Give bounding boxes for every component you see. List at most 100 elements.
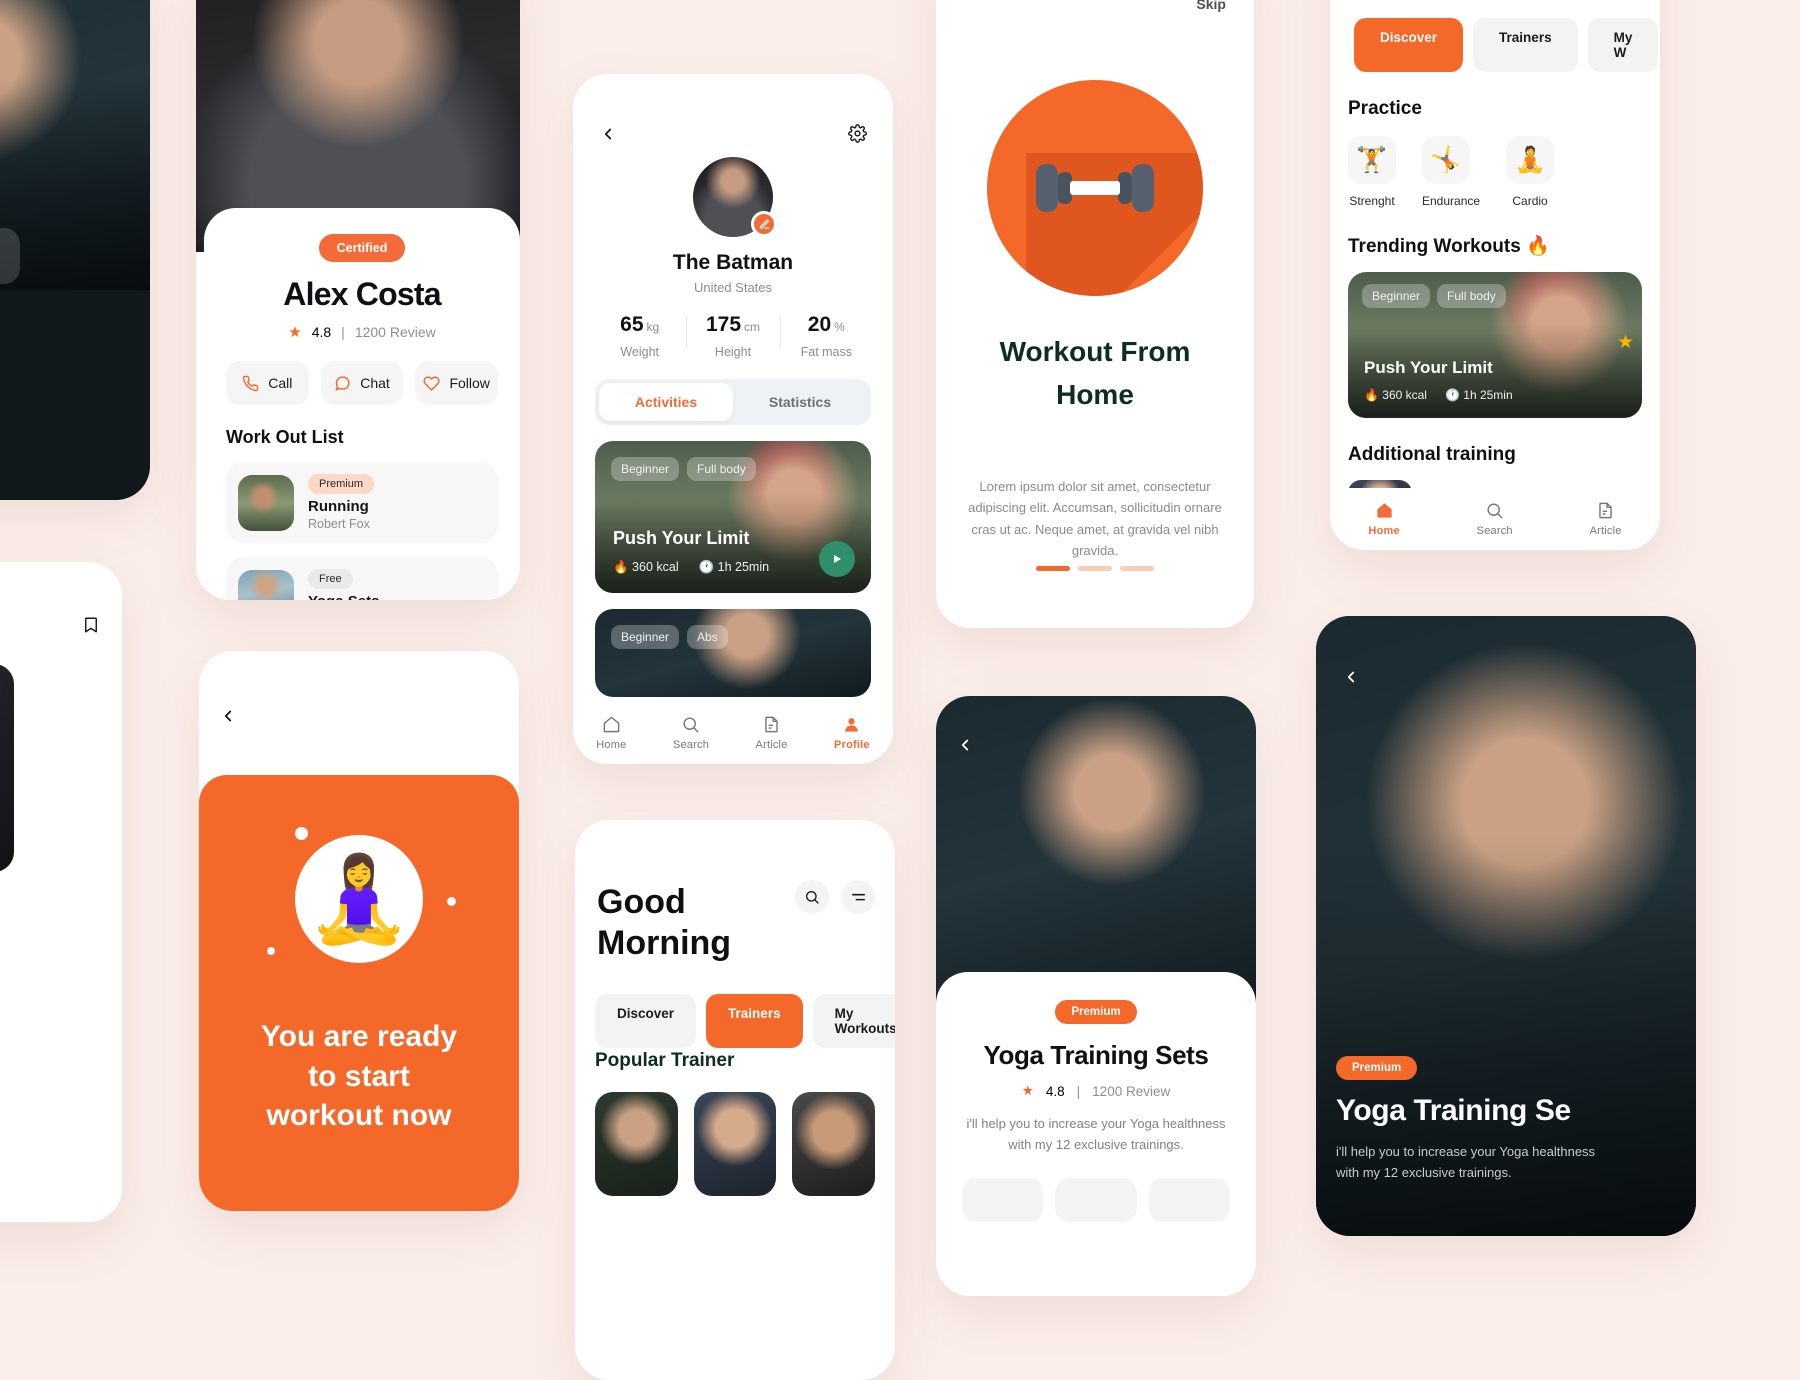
screen-article-detail: ing Sets dio healthness Comment on e a h… bbox=[0, 0, 150, 500]
category-label: Endurance bbox=[1422, 194, 1481, 208]
dot-1[interactable] bbox=[1036, 566, 1070, 571]
phone-icon bbox=[242, 375, 259, 392]
tab-discover[interactable]: Discover bbox=[595, 994, 697, 1048]
screen-onboarding: Skip Workout From Home Lorem ipsum dolor… bbox=[936, 0, 1254, 628]
pencil-icon bbox=[759, 219, 770, 230]
trainer-avatar[interactable] bbox=[693, 1092, 777, 1196]
trainer-avatar[interactable] bbox=[792, 1092, 876, 1196]
nav-home[interactable]: Home bbox=[1368, 501, 1400, 537]
category-label: Cardio bbox=[1512, 194, 1548, 208]
yoga-sheet: Premium Yoga Training Sets ★ 4.8 | 1200 … bbox=[936, 972, 1256, 1296]
yoga-desc-line-1: i'll help you to increase your Yoga heal… bbox=[966, 1116, 1226, 1131]
gear-icon[interactable] bbox=[848, 124, 867, 143]
category-strength[interactable]: 🏋️ Strenght bbox=[1348, 136, 1396, 208]
filter-button[interactable] bbox=[841, 880, 875, 914]
activity-card[interactable]: Beginner Abs bbox=[595, 609, 871, 697]
nav-search[interactable]: Search bbox=[673, 715, 709, 751]
favorite-star-icon[interactable]: ★ bbox=[1617, 331, 1634, 354]
comment-input[interactable]: Comment bbox=[0, 228, 20, 284]
tab-discover[interactable]: Discover bbox=[1354, 18, 1464, 72]
workout-list-item[interactable]: Free Yoga Sets Robert Fox bbox=[226, 557, 498, 600]
yoga-desc-line-2: with my 12 exclusive trainings. bbox=[1008, 1137, 1184, 1153]
chip-target: Full body bbox=[1437, 284, 1506, 308]
yoga-action-1[interactable] bbox=[962, 1177, 1044, 1222]
yoga-action-2[interactable] bbox=[1055, 1177, 1137, 1222]
time-value: 1h 25min bbox=[717, 560, 770, 574]
kcal-meta: 🔥 360 kcal bbox=[613, 560, 679, 574]
time-meta: 🕐 1h 25min bbox=[698, 560, 770, 574]
tab-trainers[interactable]: Trainers bbox=[706, 994, 803, 1048]
stat-fatmass: 20% Fat mass bbox=[779, 313, 873, 359]
review-count: 1200 Review bbox=[354, 324, 436, 340]
activity-card-image bbox=[595, 609, 871, 697]
workout-list-heading: Work Out List bbox=[226, 427, 344, 447]
onboarding-dots bbox=[936, 566, 1254, 571]
follow-button[interactable]: Follow bbox=[415, 361, 499, 405]
tab-activities[interactable]: Activities bbox=[599, 383, 733, 421]
trending-card[interactable]: Beginner Full body Push Your Limit 🔥 360… bbox=[1348, 272, 1642, 418]
chip-target: Abs bbox=[687, 625, 728, 649]
chevron-left-icon[interactable] bbox=[599, 124, 617, 143]
yoga-dark-title: Yoga Training Se bbox=[1336, 1094, 1571, 1127]
trending-title: Push Your Limit bbox=[1364, 358, 1493, 377]
cta-line-2: to start bbox=[308, 1059, 410, 1093]
workout-thumbnail bbox=[238, 569, 294, 600]
article-section-heading: on bbox=[0, 306, 60, 328]
follow-label: Follow bbox=[449, 375, 490, 391]
nav-search-label: Search bbox=[672, 739, 710, 751]
chevron-left-icon[interactable] bbox=[956, 736, 974, 754]
nav-article[interactable]: Article bbox=[1590, 501, 1622, 537]
workout-list-item[interactable]: Premium Running Robert Fox bbox=[226, 462, 498, 543]
dot-3[interactable] bbox=[1120, 566, 1154, 571]
screenshot-canvas: ing Sets dio healthness Comment on e a h… bbox=[0, 0, 1800, 1380]
tab-trainers[interactable]: Trainers bbox=[1473, 18, 1578, 72]
nav-profile[interactable]: Profile bbox=[834, 715, 870, 751]
tab-statistics[interactable]: Statistics bbox=[733, 383, 867, 421]
endurance-emoji-icon: 🤸 bbox=[1422, 136, 1470, 184]
activity-card[interactable]: Beginner Full body Push Your Limit 🔥 360… bbox=[595, 441, 871, 593]
profile-stats: 65 kg Weight 175 cm Height 20% Fat mass bbox=[573, 313, 893, 359]
profile-country: United States bbox=[693, 280, 773, 295]
stat-unit: % bbox=[834, 320, 845, 334]
cta-line-1: You are ready bbox=[260, 1020, 458, 1053]
category-endurance[interactable]: 🤸 Endurance bbox=[1422, 136, 1480, 208]
chevron-left-icon[interactable] bbox=[219, 707, 237, 725]
yoga-action-3[interactable] bbox=[1148, 1177, 1230, 1222]
bookmark-icon[interactable] bbox=[82, 614, 100, 636]
nav-home[interactable]: Home bbox=[596, 715, 626, 751]
trending-meta: 🔥 360 kcal 🕐 1h 25min bbox=[1364, 388, 1513, 402]
trainer-name: Alex Costa bbox=[283, 276, 441, 312]
search-icon bbox=[1487, 503, 1503, 519]
dot-2[interactable] bbox=[1078, 566, 1112, 571]
call-button[interactable]: Call bbox=[226, 361, 309, 405]
play-button[interactable] bbox=[819, 541, 855, 577]
nav-article[interactable]: Article bbox=[756, 715, 788, 751]
stat-weight: 65 kg Weight bbox=[593, 313, 686, 359]
tab-my-workouts[interactable]: My W bbox=[1587, 18, 1659, 72]
stat-unit: cm bbox=[744, 320, 761, 334]
chat-button[interactable]: Chat bbox=[320, 361, 404, 405]
profile-topbar bbox=[573, 74, 893, 143]
trainer-avatar[interactable] bbox=[595, 1092, 678, 1196]
search-button[interactable] bbox=[795, 880, 829, 914]
bottom-navigation: Home Search Article bbox=[1330, 488, 1660, 550]
chip-level: Beginner bbox=[611, 625, 680, 649]
chip-level: Beginner bbox=[611, 457, 680, 481]
yoga-title: Yoga Training Sets bbox=[983, 1040, 1209, 1070]
article-section2-body: e a high metabolism uts work great for l… bbox=[0, 438, 60, 480]
skip-button[interactable]: Skip bbox=[1196, 0, 1226, 12]
article-section-1: on e a high metabolism uts work great fo… bbox=[0, 306, 60, 380]
time-value: 1h 25min bbox=[1463, 388, 1513, 402]
strength-emoji-icon: 🏋️ bbox=[1348, 136, 1396, 184]
profile-name: The Batman bbox=[672, 251, 794, 274]
category-label: Strenght bbox=[1349, 194, 1395, 208]
chevron-left-icon[interactable] bbox=[1342, 668, 1360, 686]
trainer-sheet: Certified Alex Costa ★ 4.8 | 1200 Review… bbox=[204, 208, 520, 600]
chip-target: Full body bbox=[687, 457, 756, 481]
nav-search[interactable]: Search bbox=[1477, 501, 1513, 537]
category-cardio[interactable]: 🧘 Cardio bbox=[1506, 136, 1555, 208]
tab-my-workouts[interactable]: My Workouts bbox=[812, 994, 895, 1048]
home-icon bbox=[603, 716, 620, 733]
kcal-value: 360 kcal bbox=[1382, 388, 1427, 402]
edit-avatar-button[interactable] bbox=[751, 211, 777, 237]
